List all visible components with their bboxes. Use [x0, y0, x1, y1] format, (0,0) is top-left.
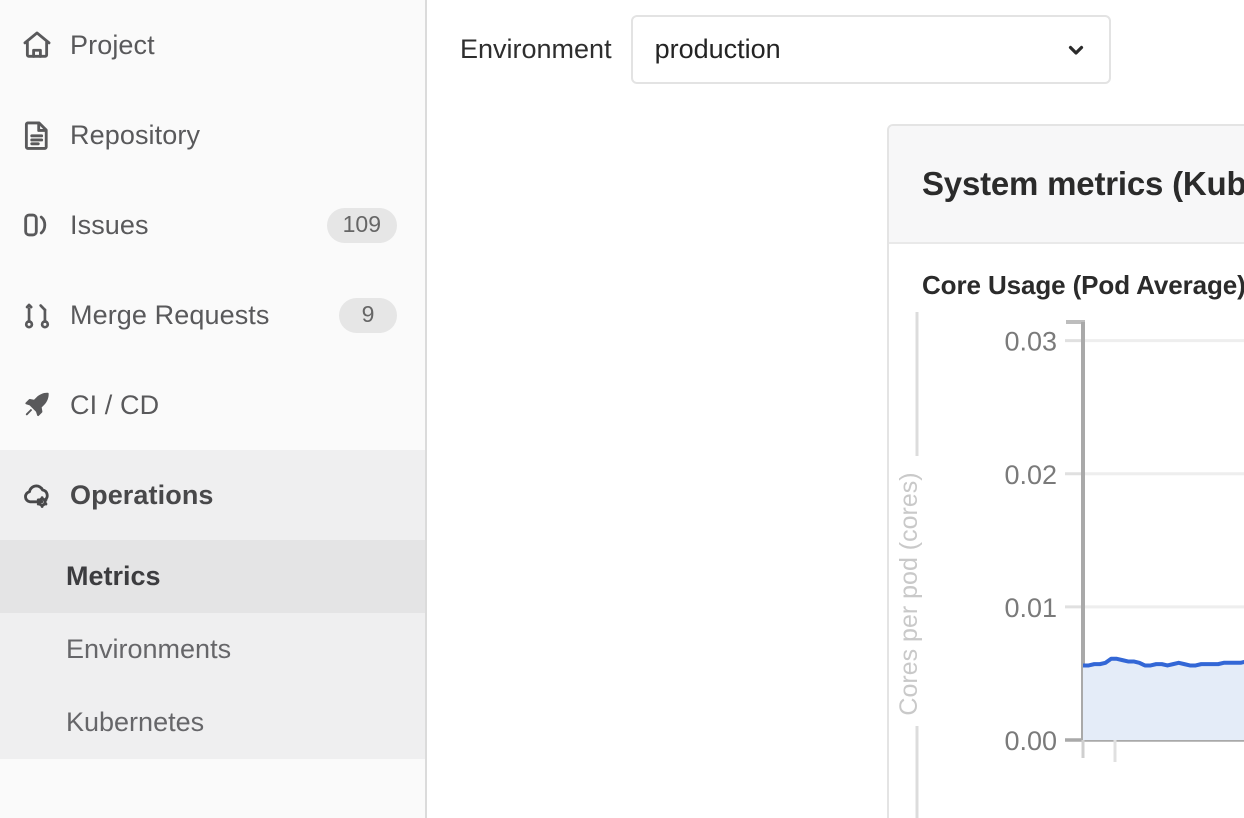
sidebar-item-label: Project — [70, 30, 397, 61]
home-icon — [18, 26, 56, 64]
system-metrics-card: System metrics (Kubernetes) Core Usage (… — [887, 124, 1244, 818]
series-line — [1083, 311, 1244, 670]
y-axis-tick-labels: 0.03 0.02 0.01 0.00 — [1004, 327, 1057, 756]
y-tick-label: 0.00 — [1004, 726, 1057, 756]
sidebar-item-label: CI / CD — [70, 390, 397, 421]
merge-request-icon — [18, 296, 56, 334]
sidebar-item-metrics[interactable]: Metrics — [0, 540, 425, 613]
environment-label: Environment — [460, 34, 612, 65]
metrics-dashboard-page: Project Repository Issues 109 — [0, 0, 1244, 818]
sidebar-item-label: Repository — [70, 120, 397, 151]
sidebar-item-ci-cd[interactable]: CI / CD — [0, 360, 425, 450]
chevron-down-icon — [1063, 37, 1089, 63]
sidebar-subitem-label: Kubernetes — [66, 707, 204, 738]
core-usage-area-chart[interactable]: Cores per pod (cores) 0.03 0.02 0.01 0.00 — [889, 306, 1244, 818]
environment-dropdown[interactable]: production — [631, 15, 1111, 84]
chart-title: Core Usage (Pod Average) — [922, 270, 1244, 301]
primary-sidebar: Project Repository Issues 109 — [0, 0, 427, 818]
sidebar-item-operations[interactable]: Operations — [0, 450, 425, 540]
y-axis-title-group: Cores per pod (cores) — [895, 312, 923, 818]
sidebar-section-operations: Operations Metrics Environments Kubernet… — [0, 450, 425, 759]
main-content: Environment production System metrics (K… — [427, 0, 1244, 818]
y-tick-label: 0.03 — [1004, 327, 1057, 357]
y-axis-label: Cores per pod (cores) — [895, 472, 923, 715]
sidebar-subitem-label: Environments — [66, 634, 231, 665]
document-icon — [18, 116, 56, 154]
sidebar-item-issues[interactable]: Issues 109 — [0, 180, 425, 270]
issues-count-badge: 109 — [327, 208, 397, 243]
chart-series-group — [1083, 311, 1244, 740]
sidebar-item-environments[interactable]: Environments — [0, 613, 425, 686]
sidebar-item-label: Operations — [70, 480, 397, 511]
cloud-gear-icon — [18, 476, 56, 514]
sidebar-item-label: Issues — [70, 210, 327, 241]
card-body: Core Usage (Pod Average) Cores per pod (… — [889, 244, 1244, 818]
series-area-fill — [1083, 311, 1244, 740]
sidebar-item-kubernetes[interactable]: Kubernetes — [0, 686, 425, 759]
sidebar-item-repository[interactable]: Repository — [0, 90, 425, 180]
core-usage-chart[interactable]: Cores per pod (cores) 0.03 0.02 0.01 0.00 — [889, 306, 1244, 818]
sidebar-item-project[interactable]: Project — [0, 0, 425, 90]
sidebar-subitem-label: Metrics — [66, 561, 161, 592]
environment-selected-value: production — [655, 34, 1063, 65]
sidebar-item-merge-requests[interactable]: Merge Requests 9 — [0, 270, 425, 360]
rocket-icon — [18, 386, 56, 424]
merge-requests-count-badge: 9 — [339, 298, 397, 333]
card-header: System metrics (Kubernetes) — [889, 126, 1244, 244]
environment-selector-row: Environment production — [427, 0, 1244, 82]
page-title: System metrics (Kubernetes) — [922, 165, 1244, 203]
y-tick-label: 0.02 — [1004, 460, 1057, 490]
sidebar-item-label: Merge Requests — [70, 300, 339, 331]
issues-icon — [18, 206, 56, 244]
y-tick-label: 0.01 — [1004, 593, 1057, 623]
